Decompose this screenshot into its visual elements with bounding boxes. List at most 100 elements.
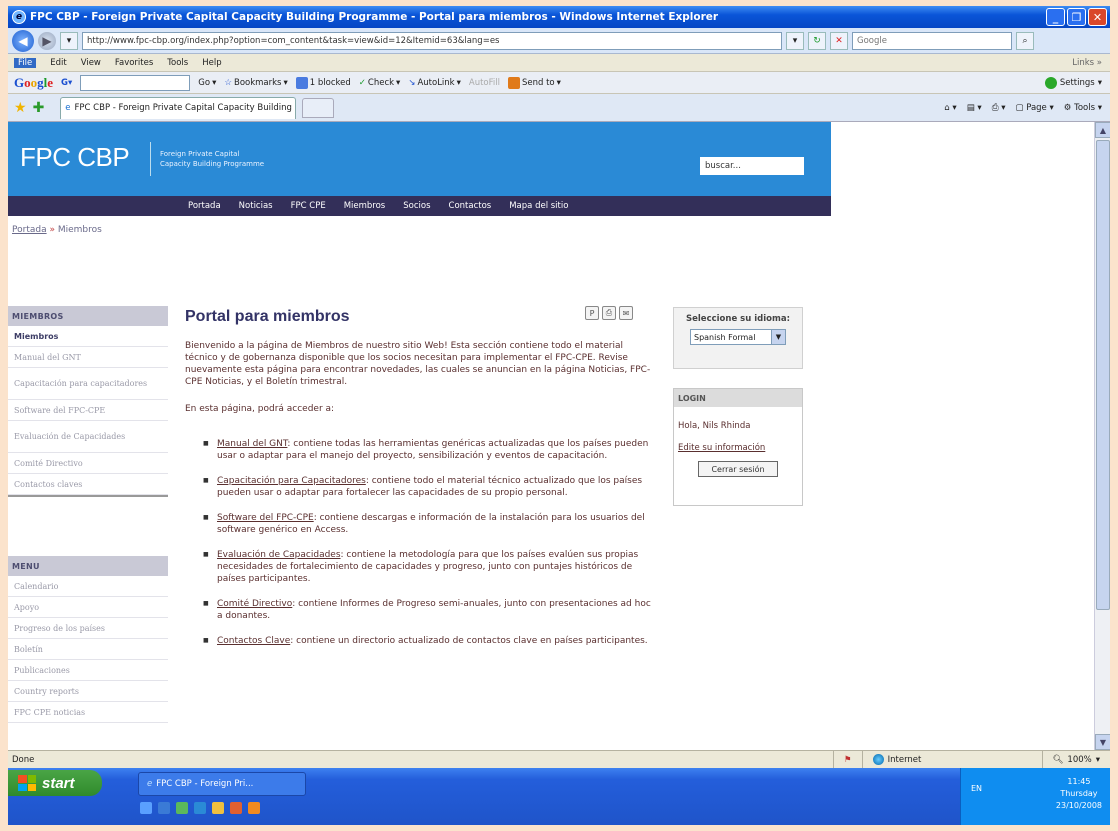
quicklaunch-ie-icon[interactable]: [140, 802, 152, 814]
nav-portada[interactable]: Portada: [188, 201, 221, 211]
nav-fpc-cpe[interactable]: FPC CPE: [291, 201, 326, 211]
autolink-button[interactable]: ↘ AutoLink ▾: [408, 78, 461, 88]
live-search-input[interactable]: [852, 31, 1012, 50]
nav-contactos[interactable]: Contactos: [449, 201, 492, 211]
favorites-star-icon[interactable]: ★: [14, 100, 27, 116]
menu-view[interactable]: View: [81, 58, 101, 68]
sidebar-item-progreso[interactable]: Progreso de los países: [8, 618, 168, 639]
quicklaunch-people-icon[interactable]: [176, 802, 188, 814]
quicklaunch-messenger-icon[interactable]: [158, 802, 170, 814]
taskbar-item-ie[interactable]: e FPC CBP - Foreign Pri...: [138, 772, 306, 796]
check-button[interactable]: ✓ Check ▾: [359, 78, 401, 88]
menu-edit[interactable]: Edit: [50, 58, 66, 68]
language-select[interactable]: Spanish Formal ▼: [690, 329, 786, 345]
url-input[interactable]: [82, 31, 782, 50]
sidebar-item-evaluacion[interactable]: Evaluación de Capacidades: [8, 421, 168, 453]
zoom-level[interactable]: 🔍︎ 100% ▾: [1041, 751, 1110, 768]
page-menu[interactable]: ▢ Page ▾: [1015, 103, 1053, 113]
recent-pages-dropdown[interactable]: ▾: [60, 31, 78, 50]
print-icon[interactable]: ⎙ ▾: [992, 103, 1006, 113]
link-evaluacion[interactable]: Evaluación de Capacidades: [217, 550, 341, 560]
sidebar-item-fpc-noticias[interactable]: FPC CPE noticias: [8, 702, 168, 723]
maximize-button[interactable]: ❐: [1067, 8, 1086, 26]
add-favorites-icon[interactable]: ✚: [33, 100, 45, 116]
link-comite[interactable]: Comité Directivo: [217, 599, 292, 609]
address-dropdown-icon[interactable]: ▾: [786, 31, 804, 50]
menu-favorites[interactable]: Favorites: [115, 58, 153, 68]
quicklaunch-office-icon[interactable]: [230, 802, 242, 814]
links-toolbar[interactable]: Links »: [1072, 58, 1102, 68]
popup-blocked-button[interactable]: 1 blocked: [295, 76, 351, 89]
feeds-icon[interactable]: ▤ ▾: [967, 103, 982, 113]
menu-file[interactable]: File: [14, 57, 37, 68]
sidebar-miembros-header: MIEMBROS: [8, 306, 168, 326]
scroll-up-icon[interactable]: ▲: [1095, 122, 1110, 138]
language-indicator[interactable]: EN: [971, 784, 982, 793]
vertical-scrollbar[interactable]: ▲ ▼: [1094, 122, 1110, 750]
nav-mapa-del-sitio[interactable]: Mapa del sitio: [509, 201, 568, 211]
go-button[interactable]: Go ▾: [198, 78, 216, 88]
nav-noticias[interactable]: Noticias: [239, 201, 273, 211]
popup-status-icon[interactable]: ⚑: [832, 751, 862, 768]
ie-logo-icon: e: [12, 10, 26, 24]
sidebar-item-country-reports[interactable]: Country reports: [8, 681, 168, 702]
menu-tools[interactable]: Tools: [167, 58, 188, 68]
link-software[interactable]: Software del FPC-CPE: [217, 513, 314, 523]
security-zone[interactable]: Internet: [861, 751, 1042, 768]
settings-button[interactable]: Settings ▾: [1044, 76, 1102, 89]
print-page-icon[interactable]: ⎙: [602, 306, 616, 320]
site-search-input[interactable]: [700, 157, 804, 175]
chevron-down-icon[interactable]: ▼: [771, 330, 785, 344]
site-header: FPC CBP Foreign Private Capital Capacity…: [8, 122, 831, 196]
nav-socios[interactable]: Socios: [403, 201, 430, 211]
search-icon[interactable]: ⌕: [1016, 31, 1034, 50]
back-button[interactable]: ◀: [12, 29, 34, 52]
nav-miembros[interactable]: Miembros: [344, 201, 386, 211]
edit-info-link[interactable]: Edite su información: [678, 443, 802, 453]
sidebar-item-comite[interactable]: Comité Directivo: [8, 453, 168, 474]
google-search-input[interactable]: [80, 74, 191, 91]
windows-logo-icon: [18, 775, 36, 791]
tools-menu[interactable]: ⚙ Tools ▾: [1064, 103, 1102, 113]
site-logo[interactable]: FPC CBP: [20, 142, 130, 173]
quicklaunch-media-icon[interactable]: [248, 802, 260, 814]
autofill-button[interactable]: AutoFill: [469, 78, 500, 88]
send-to-button[interactable]: Send to ▾: [507, 76, 561, 89]
link-contactos[interactable]: Contactos Clave: [217, 636, 290, 646]
link-capacitacion[interactable]: Capacitación para Capacitadores: [217, 476, 366, 486]
sidebar-item-contactos[interactable]: Contactos claves: [8, 474, 168, 495]
sidebar-item-manual-gnt[interactable]: Manual del GNT: [8, 347, 168, 368]
logout-button[interactable]: Cerrar sesión: [698, 461, 778, 477]
home-icon[interactable]: ⌂ ▾: [944, 103, 956, 113]
start-button[interactable]: start: [8, 770, 102, 796]
sidebar-item-calendario[interactable]: Calendario: [8, 576, 168, 597]
breadcrumb-home-link[interactable]: Portada: [12, 225, 47, 235]
scroll-down-icon[interactable]: ▼: [1095, 734, 1110, 750]
stop-icon[interactable]: ✕: [830, 31, 848, 50]
sidebar-item-capacitacion[interactable]: Capacitación para capacitadores: [8, 368, 168, 400]
bookmarks-button[interactable]: ☆ Bookmarks ▾: [224, 78, 287, 88]
sidebar-item-publicaciones[interactable]: Publicaciones: [8, 660, 168, 681]
logo-divider: [150, 142, 151, 176]
breadcrumb-current: Miembros: [57, 225, 102, 235]
forward-button[interactable]: ▶: [38, 31, 56, 50]
refresh-icon[interactable]: ↻: [808, 31, 826, 50]
pdf-icon[interactable]: P: [585, 306, 599, 320]
minimize-button[interactable]: _: [1046, 8, 1065, 26]
sidebar-item-miembros[interactable]: Miembros: [8, 326, 168, 347]
menu-help[interactable]: Help: [202, 58, 221, 68]
quicklaunch-ie2-icon[interactable]: [194, 802, 206, 814]
scroll-thumb[interactable]: [1096, 140, 1110, 610]
quicklaunch-folder-icon[interactable]: [212, 802, 224, 814]
close-button[interactable]: ✕: [1088, 8, 1107, 26]
tab-fpc-cbp[interactable]: e FPC CBP - Foreign Private Capital Capa…: [60, 96, 297, 119]
email-icon[interactable]: ✉: [619, 306, 633, 320]
google-g-icon[interactable]: G▾: [61, 78, 72, 88]
clock[interactable]: 11:45 Thursday 23/10/2008: [1056, 776, 1102, 812]
link-manual-gnt[interactable]: Manual del GNT: [217, 439, 287, 449]
globe-icon: [872, 754, 884, 765]
sidebar-item-software[interactable]: Software del FPC-CPE: [8, 400, 168, 421]
new-tab-button[interactable]: [302, 97, 335, 118]
sidebar-item-apoyo[interactable]: Apoyo: [8, 597, 168, 618]
sidebar-item-boletin[interactable]: Boletín: [8, 639, 168, 660]
